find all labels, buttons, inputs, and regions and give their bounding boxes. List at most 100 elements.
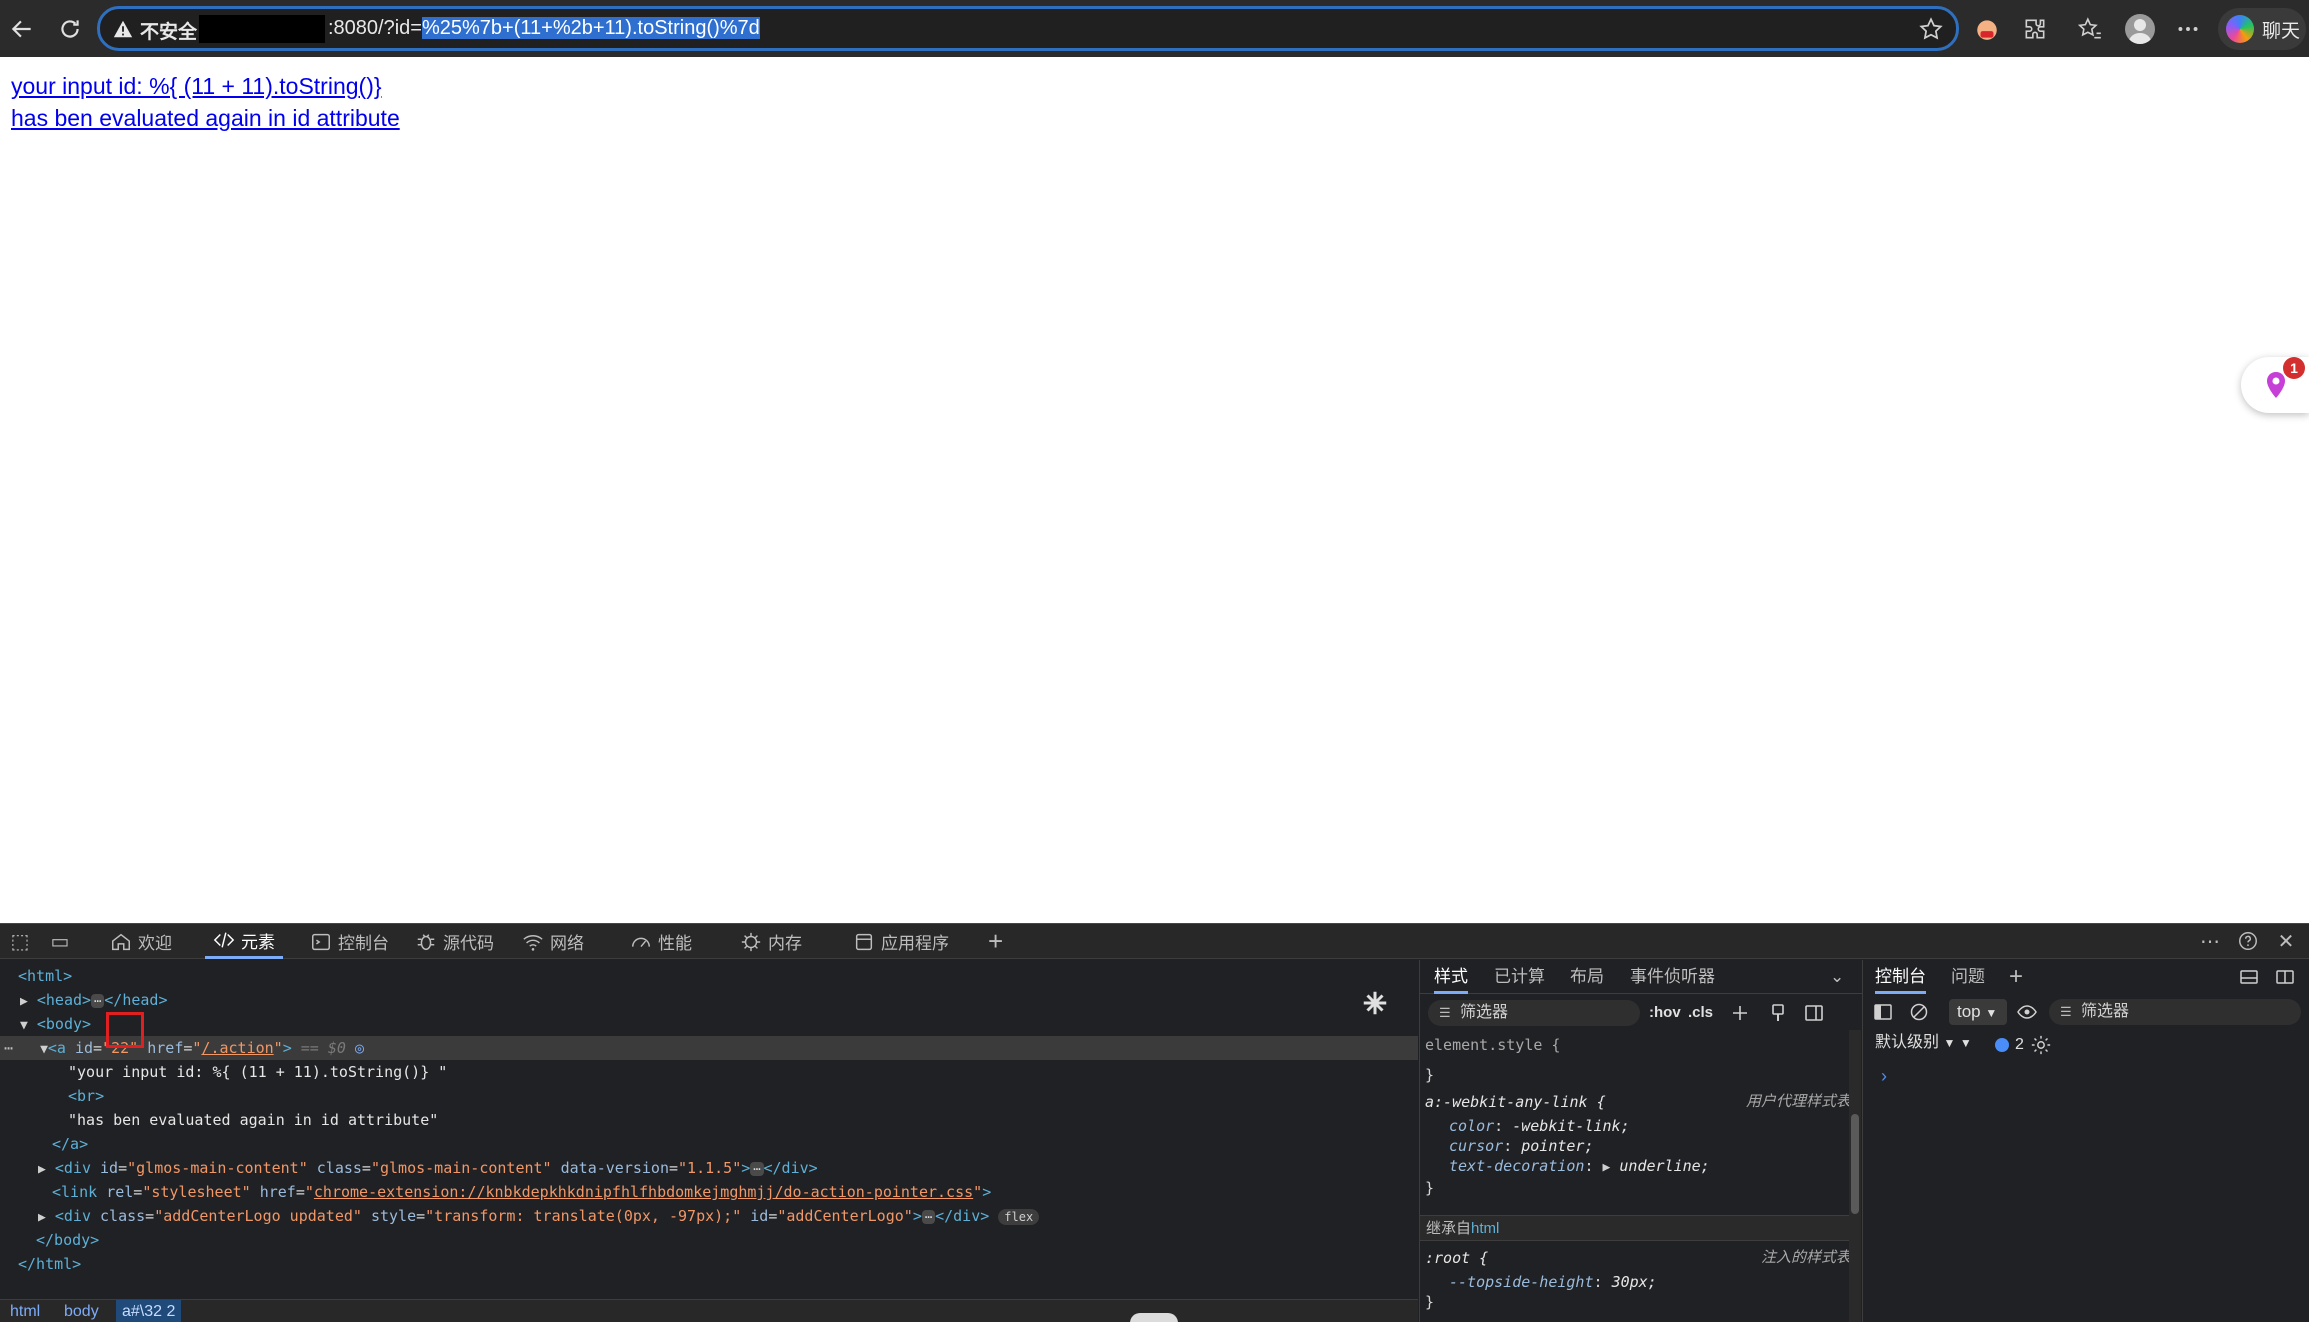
tab-application[interactable]: 应用程序: [853, 924, 949, 959]
inspect-element-icon[interactable]: ⬚: [8, 930, 32, 954]
profile-avatar[interactable]: [2125, 14, 2155, 44]
paint-brush-icon[interactable]: [1768, 1003, 1788, 1023]
console-drawer: 控制台 问题 + top ▼ 筛选器 默认级别 ▼ ▼ 2 ›: [1862, 960, 2309, 1322]
help-icon[interactable]: [2236, 930, 2260, 954]
devtools-more-icon[interactable]: ⋯: [2198, 930, 2222, 954]
collapsed-ellipsis[interactable]: ⋯: [750, 1162, 764, 1176]
drawer-toggle-handle[interactable]: [1130, 1313, 1178, 1322]
tab-computed[interactable]: 已计算: [1494, 960, 1545, 994]
undock-icon[interactable]: [2275, 967, 2295, 987]
node-head[interactable]: ▶ <head> ⋯ </head>: [20, 988, 168, 1012]
sidebar-toggle-icon[interactable]: [1804, 1003, 1824, 1023]
copilot-chat-button[interactable]: 聊天: [2218, 8, 2306, 50]
node-body[interactable]: ▼ <body>: [20, 1012, 91, 1036]
tab-welcome[interactable]: 欢迎: [110, 924, 172, 959]
gear-icon[interactable]: [2030, 1034, 2052, 1056]
node-div-logo[interactable]: ▶ <div class="addCenterLogo updated" sty…: [38, 1204, 1040, 1228]
memory-icon: [741, 932, 761, 951]
extensions-puzzle-icon[interactable]: [2020, 14, 2050, 44]
tab-performance[interactable]: 性能: [630, 924, 692, 959]
inherited-tag-link[interactable]: html: [1471, 1220, 1499, 1237]
console-filter-input[interactable]: 筛选器: [2049, 999, 2301, 1025]
context-selector[interactable]: top ▼: [1949, 999, 2007, 1025]
log-levels-dropdown[interactable]: 默认级别 ▼ ▼: [1875, 1030, 1972, 1056]
sidebar-icon[interactable]: [1873, 1002, 1893, 1022]
expand-triangle-icon[interactable]: ▶: [38, 1162, 46, 1177]
node-link[interactable]: <link rel="stylesheet" href="chrome-exte…: [52, 1180, 991, 1204]
new-rule-icon[interactable]: [1730, 1003, 1750, 1023]
expand-triangle-icon[interactable]: ▶: [38, 1210, 46, 1225]
tab-network[interactable]: 网络: [522, 924, 584, 959]
clear-console-icon[interactable]: [1909, 1002, 1929, 1022]
hov-toggle[interactable]: :hov: [1649, 1000, 1681, 1026]
node-html[interactable]: <html>: [18, 964, 72, 988]
more-menu-icon[interactable]: [2173, 14, 2203, 44]
drawer-tab-console[interactable]: 控制台: [1875, 960, 1926, 994]
breadcrumb-html[interactable]: html: [4, 1300, 46, 1322]
node-body-close[interactable]: </body>: [36, 1228, 99, 1252]
live-expression-eye-icon[interactable]: [2017, 1002, 2037, 1022]
star-icon[interactable]: [1918, 16, 1944, 42]
tab-memory[interactable]: 内存: [740, 924, 802, 959]
node-a-selected[interactable]: ⋯ ▼<a id="22" href="/.action"> == $0 ◎: [0, 1036, 1418, 1060]
link-line-1: your input id: %{ (11 + 11).toString()}: [11, 73, 382, 99]
floating-sidebar-button[interactable]: 1: [2241, 357, 2309, 413]
console-icon: [312, 933, 330, 950]
highlight-annotation-box: [106, 1012, 144, 1048]
tab-event-listeners[interactable]: 事件侦听器: [1630, 960, 1715, 994]
favorites-icon[interactable]: [2075, 14, 2105, 44]
tab-styles[interactable]: 样式: [1434, 960, 1468, 994]
rule-webkit-any-link[interactable]: a:-webkit-any-link { 用户代理样式表 color: -web…: [1425, 1092, 1855, 1198]
tab-console[interactable]: 控制台: [310, 924, 389, 959]
tab-sources[interactable]: 源代码: [415, 924, 494, 959]
tab-layout[interactable]: 布局: [1570, 960, 1604, 994]
collapse-triangle-icon[interactable]: ▼: [22, 1042, 48, 1057]
chat-label: 聊天: [2262, 20, 2301, 42]
security-label[interactable]: 不安全: [140, 17, 197, 44]
cls-toggle[interactable]: .cls: [1688, 1000, 1713, 1026]
node-br[interactable]: <br>: [68, 1084, 104, 1108]
node-actions-icon[interactable]: ⋯: [0, 1039, 13, 1057]
collapsed-ellipsis[interactable]: ⋯: [921, 1210, 936, 1224]
flex-badge[interactable]: flex: [998, 1209, 1040, 1225]
close-devtools-icon[interactable]: ✕: [2274, 930, 2298, 954]
accessibility-icon[interactable]: ◎: [355, 1039, 364, 1057]
extension-cat-icon[interactable]: [1972, 14, 2002, 44]
stylesheet-link[interactable]: chrome-extension://knbkdepkhkdnipfhlfhbd…: [314, 1183, 973, 1201]
drawer-tab-issues[interactable]: 问题: [1951, 960, 1985, 994]
add-tab-icon[interactable]: +: [988, 928, 1003, 954]
breadcrumb-a[interactable]: a#\32 2: [116, 1300, 182, 1322]
browser-toolbar: 不安全 :8080/?id=%25%7b+(11+%2b+11).toStrin…: [0, 0, 2309, 57]
collapse-triangle-icon[interactable]: ▼: [20, 1018, 28, 1033]
breadcrumb-body[interactable]: body: [58, 1300, 105, 1322]
dock-icon[interactable]: [2239, 967, 2259, 987]
node-a-close[interactable]: </a>: [52, 1132, 88, 1156]
element-style-rule[interactable]: element.style { }: [1425, 1035, 1855, 1085]
chevron-down-icon[interactable]: ⌄: [1830, 960, 1844, 994]
node-div-main[interactable]: ▶ <div id="glmos-main-content" class="gl…: [38, 1156, 818, 1180]
text-node-2[interactable]: "has ben evaluated again in id attribute…: [68, 1108, 438, 1132]
node-html-close[interactable]: </html>: [18, 1252, 81, 1276]
result-link[interactable]: your input id: %{ (11 + 11).toString()} …: [11, 70, 400, 134]
console-prompt[interactable]: ›: [1881, 1066, 1887, 1087]
expand-triangle-icon[interactable]: ▶: [20, 994, 28, 1009]
tab-sources-label: 源代码: [443, 934, 494, 953]
rule-root[interactable]: :root { 注入的样式表 --topside-height: 30px; }: [1425, 1248, 1855, 1312]
tab-elements[interactable]: 元素: [205, 924, 283, 959]
address-bar[interactable]: 不安全 :8080/?id=%25%7b+(11+%2b+11).toStrin…: [97, 6, 1959, 51]
message-count[interactable]: 2: [1995, 1034, 2052, 1056]
device-toolbar-icon[interactable]: ▭: [48, 930, 72, 954]
inherited-from-section: 继承自html: [1420, 1215, 1852, 1241]
warning-icon[interactable]: [112, 18, 134, 40]
back-button[interactable]: [5, 12, 39, 46]
drawer-add-tab-icon[interactable]: +: [2009, 960, 2023, 994]
reload-button[interactable]: [53, 12, 87, 46]
styles-scrollbar[interactable]: [1849, 1030, 1861, 1322]
url-text[interactable]: :8080/?id=%25%7b+(11+%2b+11).toString()%…: [328, 17, 760, 40]
location-pin-icon: [2267, 372, 2285, 398]
ai-assist-icon[interactable]: [1360, 988, 1390, 1018]
gauge-icon: [632, 937, 650, 947]
collapsed-ellipsis[interactable]: ⋯: [91, 994, 105, 1008]
text-node-1[interactable]: "your input id: %{ (11 + 11).toString()}…: [68, 1060, 447, 1084]
styles-filter-input[interactable]: 筛选器: [1428, 1000, 1640, 1026]
